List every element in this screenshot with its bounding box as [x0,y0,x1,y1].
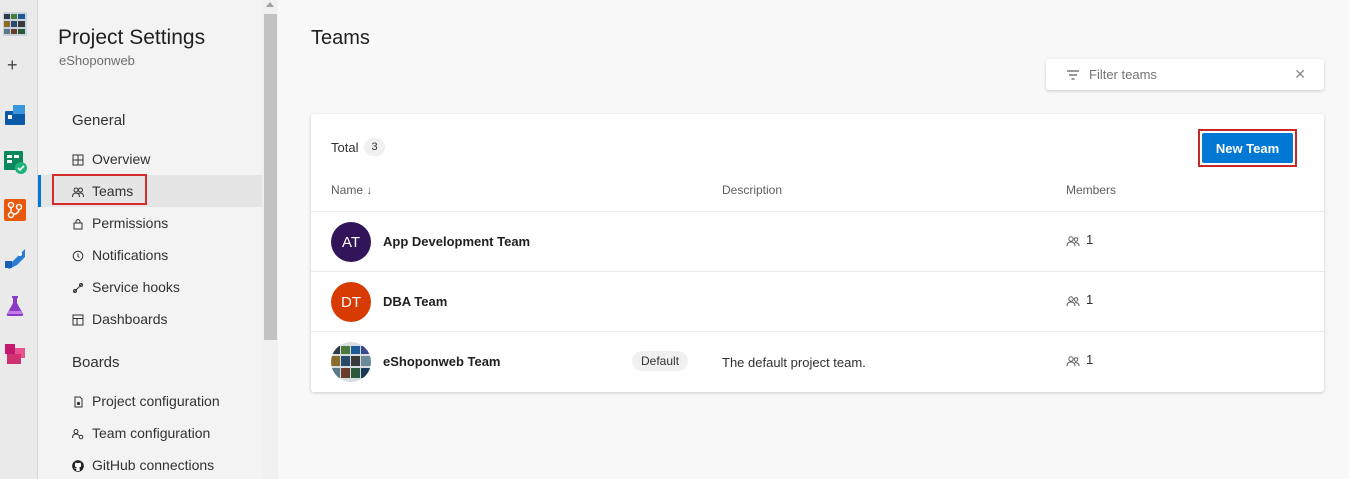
column-header-name[interactable]: Name ↓ [331,183,372,197]
repos-icon[interactable] [3,198,27,222]
team-name[interactable]: App Development Team [383,234,530,249]
service-hooks-icon [72,281,84,293]
team-config-icon [72,427,84,440]
total-count-badge: 3 [364,138,385,156]
organization-logo-icon[interactable] [3,12,27,36]
sidebar-item-label: Permissions [92,215,169,231]
new-team-highlight-box: New Team [1198,129,1297,167]
scroll-up-arrow-icon[interactable] [266,2,274,7]
app-rail: + [0,0,38,479]
sidebar-item-label: Overview [92,151,151,167]
total-count: Total 3 [331,138,385,156]
team-name[interactable]: DBA Team [383,294,447,309]
members-cell: 1 [1066,232,1093,247]
section-boards: Boards [72,354,120,371]
clear-filter-icon[interactable]: ✕ [1294,67,1306,81]
github-icon [72,459,84,472]
sidebar-item-permissions[interactable]: Permissions [38,207,262,239]
members-count: 1 [1086,292,1094,307]
sidebar-item-label: Team configuration [92,425,211,441]
members-cell: 1 [1066,292,1093,307]
column-header-description: Description [722,183,783,197]
sidebar-scrollbar[interactable] [262,0,278,479]
project-config-icon [72,395,84,408]
sidebar-title: Project Settings [58,26,206,49]
sidebar-item-label: Notifications [92,247,169,263]
new-team-button[interactable]: New Team [1202,133,1293,163]
sidebar-item-team-configuration[interactable]: Team configuration [38,417,262,449]
boards-icon[interactable] [3,150,27,174]
page-title: Teams [311,27,370,49]
total-label: Total [331,139,359,155]
section-general: General [72,112,126,129]
members-count: 1 [1086,352,1094,367]
scrollbar-thumb[interactable] [264,14,277,340]
members-count: 1 [1086,232,1094,247]
overview-icon [72,153,84,166]
artifacts-icon[interactable] [3,342,27,366]
members-icon [1066,355,1080,367]
sidebar-item-service-hooks[interactable]: Service hooks [38,271,262,303]
sidebar-item-project-configuration[interactable]: Project configuration [38,385,262,417]
overview-app-icon[interactable] [3,103,27,127]
filter-box[interactable]: ✕ [1046,59,1324,90]
settings-sidebar: Project Settings eShoponweb General Over… [38,0,278,479]
table-row[interactable]: DT DBA Team 1 [311,271,1324,331]
members-cell: 1 [1066,352,1093,367]
sidebar-item-label: Service hooks [92,279,180,295]
column-header-members: Members [1066,183,1117,197]
members-icon [1066,235,1080,247]
filter-input[interactable] [1089,67,1289,82]
sidebar-item-dashboards[interactable]: Dashboards [38,303,262,335]
lock-icon [72,217,84,230]
notification-icon [72,249,84,262]
default-badge: Default [632,351,689,371]
project-name[interactable]: eShoponweb [59,53,135,68]
sidebar-item-label: GitHub connections [92,457,215,473]
team-name[interactable]: eShoponweb Team [383,354,501,369]
sidebar-item-github-connections[interactable]: GitHub connections [38,449,262,479]
test-plans-icon[interactable] [3,294,27,318]
teams-card: Total 3 New Team Name ↓ Description Memb… [311,114,1324,392]
pipelines-icon[interactable] [3,247,27,271]
sidebar-item-overview[interactable]: Overview [38,143,262,175]
table-row[interactable]: AT App Development Team 1 [311,211,1324,271]
avatar: AT [331,222,371,262]
team-image-avatar [331,342,371,382]
sidebar-item-label: Dashboards [92,311,168,327]
dashboard-icon [72,313,84,326]
table-row[interactable]: eShoponweb Team Default The default proj… [311,331,1324,391]
teams-highlight-box [52,174,147,205]
filter-icon [1066,68,1080,82]
sidebar-item-label: Project configuration [92,393,220,409]
members-icon [1066,295,1080,307]
add-icon[interactable]: + [7,56,18,74]
sidebar-item-notifications[interactable]: Notifications [38,239,262,271]
avatar: DT [331,282,371,322]
team-description: The default project team. [722,355,866,370]
